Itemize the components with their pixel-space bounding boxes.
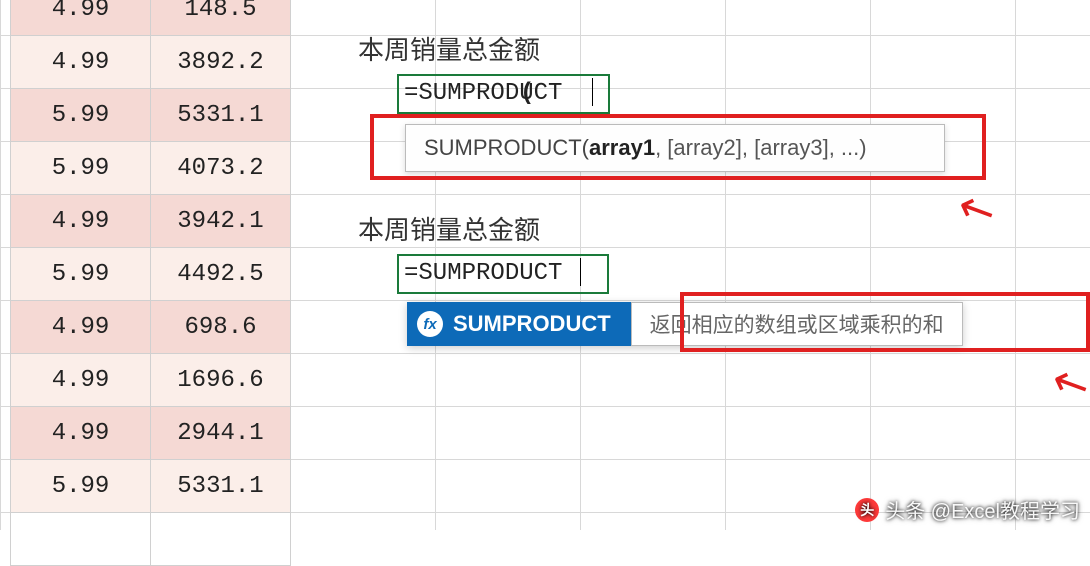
cell[interactable]: 148.5 [151, 0, 291, 36]
text-cursor-icon [592, 78, 593, 106]
watermark: 头 头条 @Excel教程学习 [855, 495, 1080, 524]
table-row: 4.993892.2 [11, 36, 291, 89]
cell[interactable]: 4.99 [11, 407, 151, 460]
annotation-highlight-box [680, 292, 1090, 352]
table-row: 4.993942.1 [11, 195, 291, 248]
text-cursor-icon [580, 258, 581, 286]
table-row [11, 513, 291, 566]
cell[interactable]: 4.99 [11, 36, 151, 89]
cell[interactable]: 5.99 [11, 142, 151, 195]
table-row: 5.995331.1 [11, 89, 291, 142]
table-row: 5.994492.5 [11, 248, 291, 301]
cell[interactable]: 5.99 [11, 460, 151, 513]
cell[interactable]: 3892.2 [151, 36, 291, 89]
cell[interactable] [11, 513, 151, 566]
cell[interactable]: 4492.5 [151, 248, 291, 301]
formula-paren: ( [520, 80, 534, 107]
table-row: 4.99148.5 [11, 0, 291, 36]
table-row: 4.992944.1 [11, 407, 291, 460]
cell[interactable]: 1696.6 [151, 354, 291, 407]
toutiao-logo-icon: 头 [855, 498, 879, 522]
cell[interactable]: 2944.1 [151, 407, 291, 460]
cell[interactable]: 698.6 [151, 301, 291, 354]
table-row: 5.995331.1 [11, 460, 291, 513]
cell[interactable]: 5331.1 [151, 89, 291, 142]
formula-text[interactable]: =SUMPRODUCT [404, 260, 562, 287]
autocomplete-item-label: SUMPRODUCT [453, 311, 611, 337]
cell[interactable]: 4.99 [11, 0, 151, 36]
section-label: 本周销量总金额 [358, 30, 540, 67]
table-row: 4.99698.6 [11, 301, 291, 354]
cell[interactable]: 5331.1 [151, 460, 291, 513]
cell[interactable]: 3942.1 [151, 195, 291, 248]
cell[interactable]: 5.99 [11, 248, 151, 301]
cell[interactable]: 4.99 [11, 301, 151, 354]
cell[interactable]: 5.99 [11, 89, 151, 142]
cell[interactable] [151, 513, 291, 566]
section-label: 本周销量总金额 [358, 210, 540, 247]
cell[interactable]: 4.99 [11, 195, 151, 248]
table-row: 5.994073.2 [11, 142, 291, 195]
annotation-highlight-box [370, 114, 986, 180]
cell[interactable]: 4.99 [11, 354, 151, 407]
watermark-text: 头条 @Excel教程学习 [885, 495, 1080, 524]
formula-text[interactable]: =SUMPRODUCT [404, 80, 562, 107]
cell[interactable]: 4073.2 [151, 142, 291, 195]
table-row: 4.991696.6 [11, 354, 291, 407]
autocomplete-item[interactable]: fx SUMPRODUCT [407, 302, 631, 346]
fx-icon: fx [417, 311, 443, 337]
data-table: 4.99148.5 4.993892.2 5.995331.1 5.994073… [10, 0, 291, 566]
